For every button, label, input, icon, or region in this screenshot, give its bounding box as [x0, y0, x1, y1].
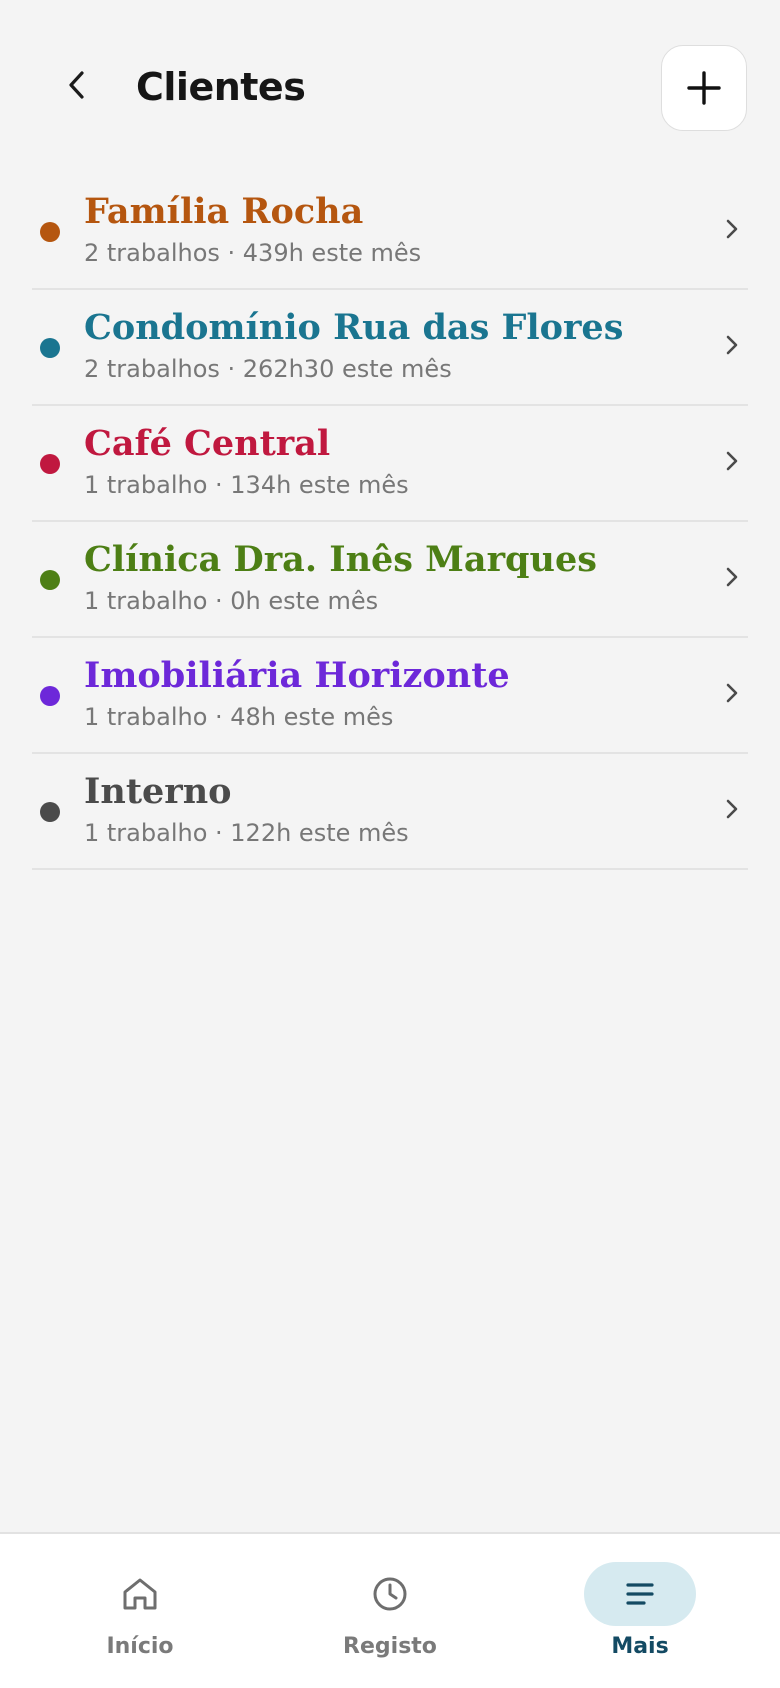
client-name: Condomínio Rua das Flores [84, 307, 624, 348]
client-name: Clínica Dra. Inês Marques [84, 539, 597, 580]
client-hours: 134h este mês [230, 471, 409, 499]
plus-icon [687, 71, 721, 105]
client-color-dot [40, 570, 60, 590]
chevron-right-icon [720, 333, 744, 357]
client-row[interactable]: Imobiliária Horizonte 1 trabalho · 48h e… [32, 638, 748, 754]
client-color-dot [40, 338, 60, 358]
client-jobs: 1 trabalho [84, 587, 208, 615]
client-jobs: 2 trabalhos [84, 355, 220, 383]
home-icon [123, 1578, 157, 1610]
nav-icon-container [84, 1562, 196, 1626]
page-title: Clientes [136, 65, 306, 109]
client-name: Café Central [84, 423, 331, 464]
meta-separator: · [207, 819, 231, 847]
client-hours: 262h30 este mês [242, 355, 452, 383]
bottom-nav: Início Registo Mais [0, 1532, 780, 1688]
meta-separator: · [219, 355, 243, 383]
nav-label: Início [106, 1634, 174, 1659]
client-row[interactable]: Interno 1 trabalho · 122h este mês [32, 754, 748, 870]
client-meta: 2 trabalhos · 262h30 este mês [84, 353, 452, 385]
chevron-right-icon [720, 565, 744, 589]
client-hours: 0h este mês [230, 587, 379, 615]
client-meta: 1 trabalho · 134h este mês [84, 469, 409, 501]
chevron-right-icon [720, 217, 744, 241]
nav-label: Registo [343, 1634, 437, 1659]
client-meta: 1 trabalho · 0h este mês [84, 585, 378, 617]
client-row[interactable]: Café Central 1 trabalho · 134h este mês [32, 406, 748, 522]
nav-icon-container [334, 1562, 446, 1626]
chevron-right-icon [720, 449, 744, 473]
meta-separator: · [207, 471, 231, 499]
client-jobs: 1 trabalho [84, 819, 208, 847]
clock-icon [373, 1577, 407, 1611]
meta-separator: · [207, 587, 231, 615]
back-button[interactable] [50, 58, 104, 112]
nav-item-mais[interactable]: Mais [540, 1562, 740, 1672]
menu-icon [626, 1583, 654, 1605]
client-row[interactable]: Família Rocha 2 trabalhos · 439h este mê… [32, 174, 748, 290]
client-hours: 122h este mês [230, 819, 409, 847]
client-meta: 1 trabalho · 122h este mês [84, 817, 409, 849]
client-name: Imobiliária Horizonte [84, 655, 510, 696]
client-jobs: 2 trabalhos [84, 239, 220, 267]
chevron-right-icon [720, 797, 744, 821]
app-header: Clientes [0, 0, 780, 176]
meta-separator: · [219, 239, 243, 267]
add-client-button[interactable] [661, 45, 747, 131]
client-color-dot [40, 686, 60, 706]
client-meta: 2 trabalhos · 439h este mês [84, 237, 421, 269]
client-list: Família Rocha 2 trabalhos · 439h este mê… [32, 174, 748, 870]
client-name: Família Rocha [84, 191, 364, 232]
client-row[interactable]: Condomínio Rua das Flores 2 trabalhos · … [32, 290, 748, 406]
client-row[interactable]: Clínica Dra. Inês Marques 1 trabalho · 0… [32, 522, 748, 638]
chevron-right-icon [720, 681, 744, 705]
client-jobs: 1 trabalho [84, 703, 208, 731]
client-color-dot [40, 802, 60, 822]
nav-label: Mais [611, 1634, 669, 1659]
client-hours: 48h este mês [230, 703, 394, 731]
client-hours: 439h este mês [242, 239, 422, 267]
nav-icon-container [584, 1562, 696, 1626]
nav-item-registo[interactable]: Registo [290, 1562, 490, 1672]
client-color-dot [40, 222, 60, 242]
client-meta: 1 trabalho · 48h este mês [84, 701, 393, 733]
meta-separator: · [207, 703, 231, 731]
client-color-dot [40, 454, 60, 474]
client-name: Interno [84, 771, 232, 812]
client-jobs: 1 trabalho [84, 471, 208, 499]
nav-item-inicio[interactable]: Início [40, 1562, 240, 1672]
chevron-left-icon [69, 71, 84, 99]
